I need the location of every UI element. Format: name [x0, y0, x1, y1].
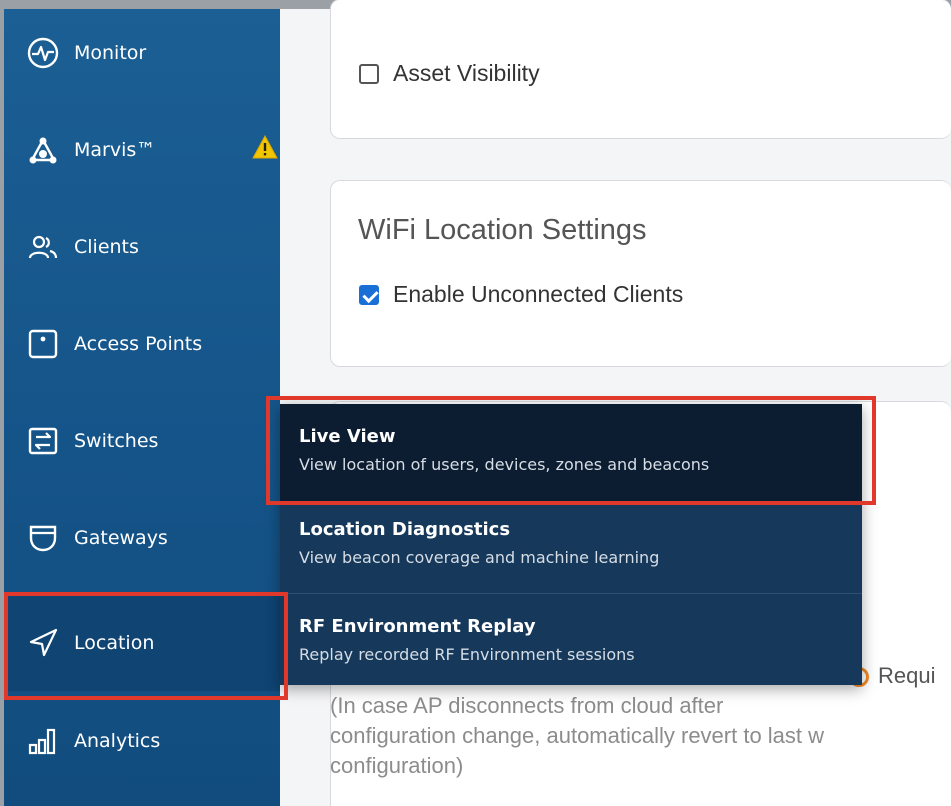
sidebar-item-location[interactable]: Location	[4, 594, 280, 691]
menu-item-live-view[interactable]: Live View View location of users, device…	[280, 404, 862, 501]
sidebar-nav: Monitor Marvis™ Clients Access Points Sw…	[4, 9, 280, 806]
wifi-location-card: WiFi Location Settings Enable Unconnecte…	[330, 180, 951, 367]
enable-unconnected-clients-label: Enable Unconnected Clients	[393, 281, 684, 307]
section-title: WiFi Location Settings	[358, 214, 647, 246]
asset-visibility-label: Asset Visibility	[393, 60, 540, 86]
menu-item-subtitle: View beacon coverage and machine learnin…	[299, 548, 660, 567]
pulse-icon	[26, 36, 60, 70]
sidebar-item-marvis[interactable]: Marvis™	[4, 101, 280, 198]
warning-icon	[252, 134, 278, 159]
menu-item-rf-environment-replay[interactable]: RF Environment Replay Replay recorded RF…	[280, 594, 862, 685]
description-line: configuration)	[330, 753, 464, 778]
sidebar-item-gateways[interactable]: Gateways	[4, 489, 280, 586]
sidebar-item-label: Analytics	[74, 729, 161, 752]
menu-item-title: Location Diagnostics	[299, 519, 511, 540]
menu-item-subtitle: View location of users, devices, zones a…	[299, 455, 710, 474]
menu-item-title: Live View	[299, 426, 396, 447]
menu-item-title: RF Environment Replay	[299, 616, 536, 637]
location-arrow-icon	[26, 626, 60, 660]
users-icon	[26, 230, 60, 264]
sidebar-item-label: Access Points	[74, 332, 203, 355]
asset-visibility-checkbox[interactable]	[359, 63, 379, 84]
description-line: (In case AP disconnects from cloud after	[330, 693, 724, 718]
enable-unconnected-clients-checkbox[interactable]	[359, 284, 379, 305]
sidebar-item-label: Monitor	[74, 41, 147, 64]
sidebar-item-label: Gateways	[74, 526, 168, 549]
description-line: configuration change, automatically reve…	[330, 723, 825, 748]
sidebar-item-label: Switches	[74, 429, 159, 452]
sidebar-item-switches[interactable]: Switches	[4, 392, 280, 489]
sidebar-item-label: Location	[74, 631, 155, 654]
location-flyout-menu: Live View View location of users, device…	[280, 404, 862, 685]
gateway-icon	[26, 521, 60, 555]
marvis-icon	[26, 133, 60, 167]
required-label: Requi	[878, 663, 936, 688]
config-revert-description: (In case AP disconnects from cloud after…	[330, 691, 824, 781]
sidebar-item-monitor[interactable]: Monitor	[4, 4, 280, 101]
analytics-icon	[26, 724, 60, 758]
sidebar-item-access-points[interactable]: Access Points	[4, 295, 280, 392]
access-point-icon	[26, 327, 60, 361]
menu-item-subtitle: Replay recorded RF Environment sessions	[299, 645, 635, 664]
asset-visibility-card: Asset Visibility	[330, 0, 951, 139]
sidebar-item-clients[interactable]: Clients	[4, 198, 280, 295]
sidebar-item-label: Clients	[74, 235, 139, 258]
menu-item-location-diagnostics[interactable]: Location Diagnostics View beacon coverag…	[280, 501, 862, 593]
sidebar-item-label: Marvis™	[74, 138, 156, 161]
sidebar-item-analytics[interactable]: Analytics	[4, 692, 280, 789]
switch-icon	[26, 424, 60, 458]
